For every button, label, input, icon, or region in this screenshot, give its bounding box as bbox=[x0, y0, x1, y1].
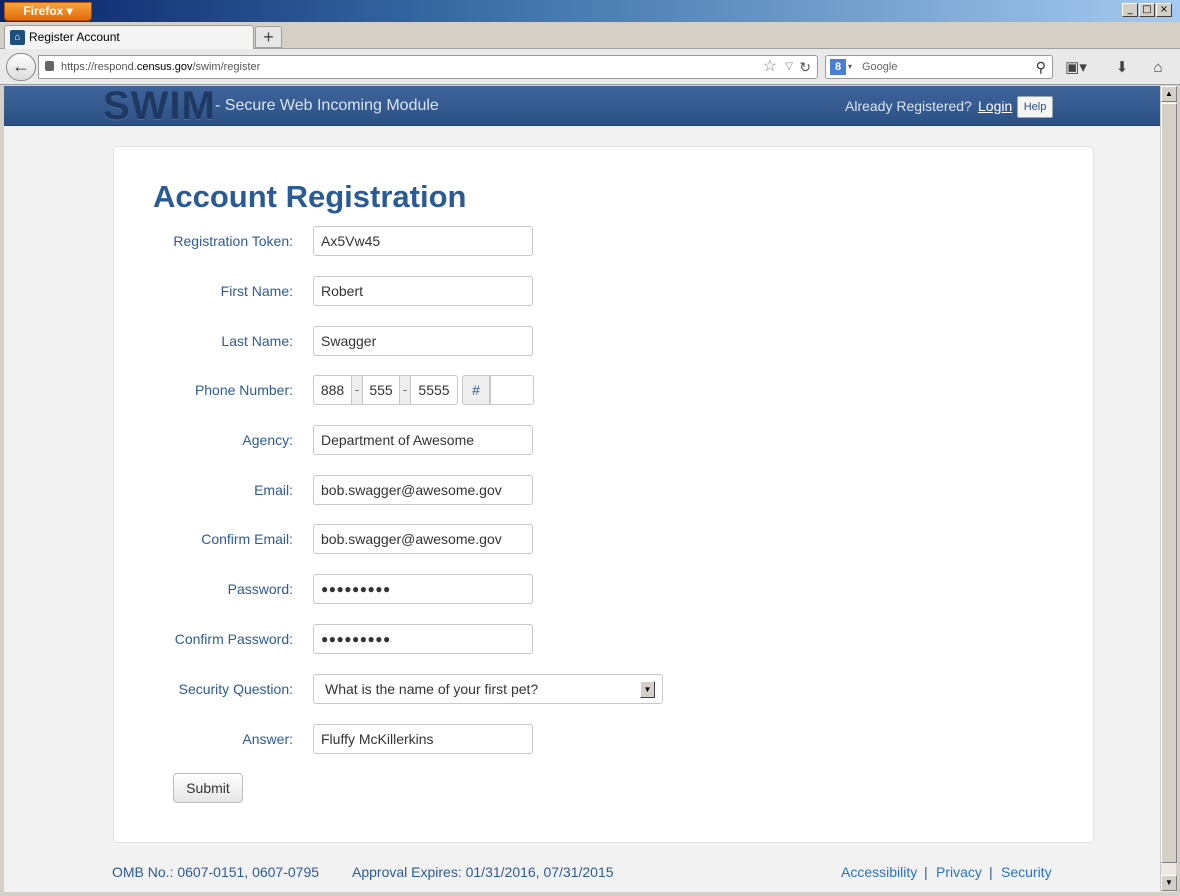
confirm-password-label: Confirm Password: bbox=[174, 631, 293, 647]
phone-number-label: Phone Number: bbox=[194, 382, 293, 398]
swim-logo: SWIM bbox=[103, 86, 216, 128]
submit-button[interactable]: Submit bbox=[173, 773, 243, 803]
row-phone-number: Phone Number: 888 - 555 - 5555 # bbox=[114, 375, 1095, 405]
scrollbar-thumb[interactable] bbox=[1161, 103, 1177, 863]
window-titlebar: Firefox ▾ _ □ × bbox=[0, 0, 1180, 22]
row-agency: Agency: Department of Awesome bbox=[114, 425, 1095, 455]
approval-expires: Approval Expires: 01/31/2016, 07/31/2015 bbox=[352, 864, 614, 880]
row-email: Email: bob.swagger@awesome.gov bbox=[114, 475, 1095, 505]
close-window-button[interactable]: × bbox=[1156, 3, 1172, 17]
help-button[interactable]: Help bbox=[1017, 96, 1053, 118]
registration-token-input[interactable]: Ax5Vw45 bbox=[313, 226, 533, 256]
lock-icon bbox=[45, 61, 54, 71]
site-tagline: - Secure Web Incoming Module bbox=[215, 97, 439, 114]
confirm-password-input[interactable]: ●●●●●●●●● bbox=[313, 624, 533, 654]
first-name-input[interactable]: Robert bbox=[313, 276, 533, 306]
privacy-link[interactable]: Privacy bbox=[936, 864, 982, 880]
scroll-up-icon[interactable]: ▲ bbox=[1161, 86, 1177, 102]
reload-icon[interactable]: ↻ bbox=[799, 56, 811, 78]
search-bar[interactable]: 8 ▾ Google ⚲ bbox=[825, 55, 1053, 79]
address-bar[interactable]: https://respond.census.gov/swim/register… bbox=[38, 55, 818, 79]
omb-number: OMB No.: 0607-0151, 0607-0795 bbox=[112, 864, 320, 880]
tab-register-account[interactable]: ⌂ Register Account bbox=[4, 25, 254, 50]
url-prefix: https://respond. bbox=[61, 61, 137, 73]
firefox-menu-label: Firefox bbox=[23, 4, 64, 18]
email-input[interactable]: bob.swagger@awesome.gov bbox=[313, 475, 533, 505]
navigation-toolbar: ← https://respond.census.gov/swim/regist… bbox=[0, 49, 1180, 85]
bookmarks-menu-icon[interactable]: ▣▾ bbox=[1064, 58, 1088, 78]
phone-prefix-input[interactable]: 555 bbox=[362, 375, 400, 405]
row-security-question: Security Question: What is the name of y… bbox=[114, 674, 1095, 704]
tab-title: Register Account bbox=[29, 30, 120, 44]
chevron-down-icon[interactable]: ▼ bbox=[640, 681, 655, 698]
url-dropdown-icon[interactable]: ▽ bbox=[785, 56, 793, 78]
accessibility-link[interactable]: Accessibility bbox=[841, 864, 917, 880]
tab-strip: ⌂ Register Account + bbox=[0, 22, 1180, 50]
page-viewport: SWIM - Secure Web Incoming Module Alread… bbox=[4, 86, 1160, 892]
row-password: Password: ●●●●●●●●● bbox=[114, 574, 1095, 604]
password-input[interactable]: ●●●●●●●●● bbox=[313, 574, 533, 604]
scroll-down-icon[interactable]: ▼ bbox=[1161, 875, 1177, 891]
site-header: SWIM - Secure Web Incoming Module Alread… bbox=[4, 86, 1160, 126]
home-icon[interactable]: ⌂ bbox=[1146, 58, 1170, 78]
registration-token-label: Registration Token: bbox=[173, 233, 293, 249]
footer-separator: | bbox=[989, 864, 993, 880]
already-registered-text: Already Registered? bbox=[845, 98, 972, 114]
back-arrow-icon[interactable]: ← bbox=[6, 53, 36, 81]
census-favicon-icon: ⌂ bbox=[10, 30, 25, 45]
search-placeholder: Google bbox=[862, 61, 898, 73]
row-confirm-email: Confirm Email: bob.swagger@awesome.gov bbox=[114, 524, 1095, 554]
confirm-email-label: Confirm Email: bbox=[201, 531, 293, 547]
search-magnifier-icon[interactable]: ⚲ bbox=[1036, 56, 1046, 78]
new-tab-button[interactable]: + bbox=[255, 26, 282, 48]
downloads-icon[interactable]: ⬇ bbox=[1110, 58, 1134, 78]
maximize-button[interactable]: □ bbox=[1139, 3, 1155, 17]
agency-input[interactable]: Department of Awesome bbox=[313, 425, 533, 455]
confirm-email-input[interactable]: bob.swagger@awesome.gov bbox=[313, 524, 533, 554]
phone-ext-hash: # bbox=[462, 375, 490, 405]
row-answer: Answer: Fluffy McKillerkins bbox=[114, 724, 1095, 754]
last-name-label: Last Name: bbox=[221, 333, 293, 349]
engine-dropdown-icon[interactable]: ▾ bbox=[848, 56, 852, 78]
phone-dash-1: - bbox=[352, 375, 362, 405]
email-label: Email: bbox=[254, 482, 293, 498]
security-link[interactable]: Security bbox=[1001, 864, 1052, 880]
firefox-menu-button[interactable]: Firefox ▾ bbox=[4, 2, 92, 21]
minimize-button[interactable]: _ bbox=[1122, 3, 1138, 17]
bookmark-star-icon[interactable]: ☆ bbox=[763, 56, 777, 78]
row-registration-token: Registration Token: Ax5Vw45 bbox=[114, 226, 1095, 256]
login-link[interactable]: Login bbox=[978, 98, 1012, 114]
footer-separator: | bbox=[924, 864, 928, 880]
url-path: /swim/register bbox=[192, 61, 261, 73]
vertical-scrollbar[interactable]: ▲ ▼ bbox=[1160, 86, 1177, 892]
last-name-input[interactable]: Swagger bbox=[313, 326, 533, 356]
phone-area-code-input[interactable]: 888 bbox=[313, 375, 352, 405]
phone-extension-input[interactable] bbox=[490, 375, 534, 405]
agency-label: Agency: bbox=[242, 432, 293, 448]
url-domain: census.gov bbox=[136, 61, 193, 73]
row-confirm-password: Confirm Password: ●●●●●●●●● bbox=[114, 624, 1095, 654]
row-first-name: First Name: Robert bbox=[114, 276, 1095, 306]
security-question-value: What is the name of your first pet? bbox=[325, 681, 539, 697]
answer-input[interactable]: Fluffy McKillerkins bbox=[313, 724, 533, 754]
page-title: Account Registration bbox=[153, 179, 467, 214]
answer-label: Answer: bbox=[242, 731, 293, 747]
phone-line-input[interactable]: 5555 bbox=[410, 375, 458, 405]
row-last-name: Last Name: Swagger bbox=[114, 326, 1095, 356]
phone-dash-2: - bbox=[400, 375, 410, 405]
security-question-select[interactable]: What is the name of your first pet? ▼ bbox=[313, 674, 663, 704]
google-engine-icon[interactable]: 8 bbox=[830, 59, 846, 75]
first-name-label: First Name: bbox=[220, 283, 293, 299]
password-label: Password: bbox=[227, 581, 293, 597]
security-question-label: Security Question: bbox=[178, 681, 293, 697]
registration-card: Account Registration Registration Token:… bbox=[113, 146, 1094, 843]
